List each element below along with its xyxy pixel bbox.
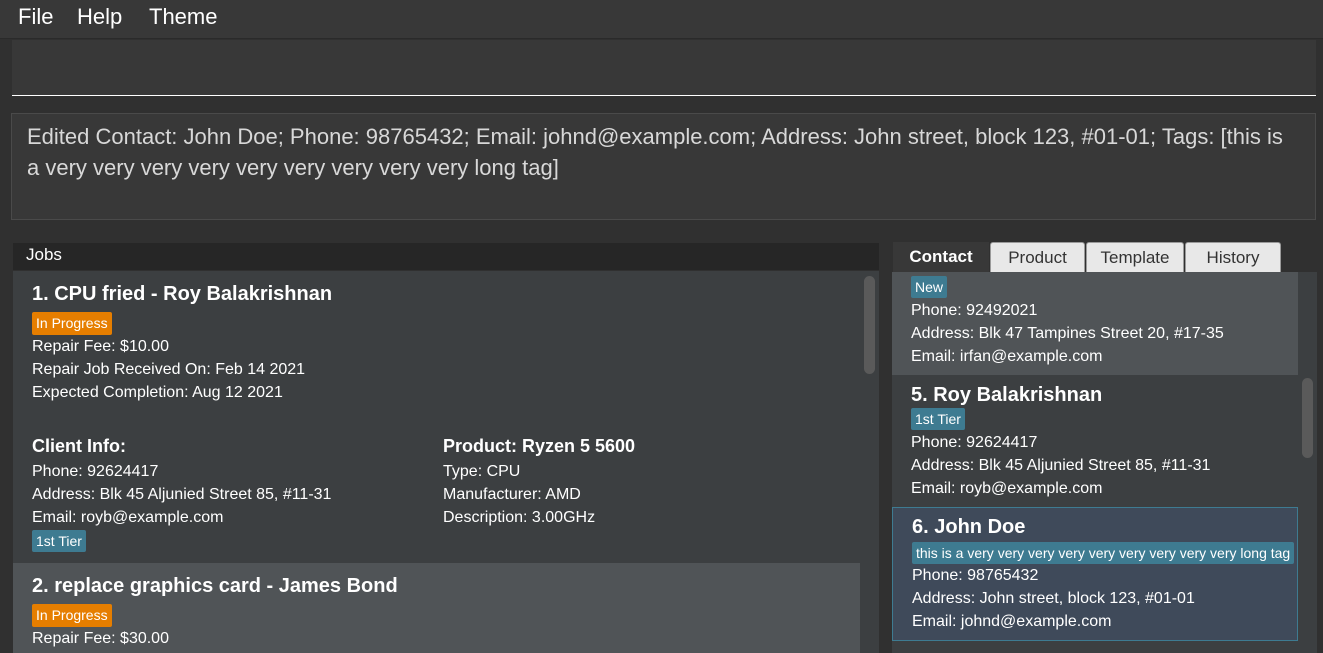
received-date: Repair Job Received On: Feb 14 2021 (32, 361, 306, 378)
contact-name: 6. John Doe (912, 516, 1026, 538)
client-email: Email: royb@example.com (32, 509, 224, 526)
result-display: Edited Contact: John Doe; Phone: 9876543… (11, 113, 1316, 220)
contact-address: Address: Blk 45 Aljunied Street 85, #11-… (911, 457, 1211, 474)
repair-fee: Repair Fee: $10.00 (32, 338, 169, 355)
menu-theme[interactable]: Theme (149, 4, 217, 30)
product-description: Description: 3.00GHz (443, 509, 596, 526)
contact-tag: 1st Tier (911, 408, 965, 430)
jobs-scroll-thumb[interactable] (864, 276, 875, 374)
client-phone: Phone: 92624417 (32, 463, 159, 480)
client-address: Address: Blk 45 Aljunied Street 85, #11-… (32, 486, 332, 503)
jobs-list[interactable]: 1. CPU fried - Roy Balakrishnan In Progr… (13, 271, 860, 653)
contact-email: Email: irfan@example.com (911, 348, 1103, 365)
tab-product[interactable]: Product (990, 242, 1085, 272)
contact-email: Email: royb@example.com (911, 480, 1103, 497)
contact-list[interactable]: New Phone: 92492021 Address: Blk 47 Tamp… (892, 272, 1298, 653)
product-type: Type: CPU (443, 463, 521, 480)
tab-contact[interactable]: Contact (893, 242, 989, 272)
job-title: 1. CPU fried - Roy Balakrishnan (32, 283, 333, 305)
tab-template[interactable]: Template (1086, 242, 1184, 272)
contacts-scroll-thumb[interactable] (1302, 378, 1313, 458)
expected-completion: Expected Completion: Aug 12 2021 (32, 384, 283, 401)
menu-bar: File Help Theme (0, 0, 1323, 39)
jobs-title: Jobs (26, 245, 62, 264)
command-input[interactable] (12, 40, 1316, 96)
client-tag: 1st Tier (32, 530, 86, 552)
job-card[interactable]: 1. CPU fried - Roy Balakrishnan In Progr… (13, 271, 860, 563)
status-badge: In Progress (32, 312, 112, 335)
job-title: 2. replace graphics card - James Bond (32, 575, 398, 597)
contact-card[interactable]: New Phone: 92492021 Address: Blk 47 Tamp… (892, 272, 1298, 375)
menu-file[interactable]: File (18, 4, 53, 30)
product-heading: Product: Ryzen 5 5600 (443, 436, 636, 456)
contact-name: 5. Roy Balakrishnan (911, 384, 1103, 406)
contact-phone: Phone: 98765432 (912, 567, 1039, 584)
contact-tag: New (911, 276, 948, 298)
contact-address: Address: Blk 47 Tampines Street 20, #17-… (911, 325, 1224, 342)
contact-card[interactable]: 5. Roy Balakrishnan 1st Tier Phone: 9262… (892, 375, 1298, 507)
contact-email: Email: johnd@example.com (912, 613, 1112, 630)
contact-phone: Phone: 92624417 (911, 434, 1038, 451)
menu-help[interactable]: Help (77, 4, 122, 30)
contact-card-selected[interactable]: 6. John Doe this is a very very very ver… (892, 507, 1298, 641)
job-card[interactable]: 2. replace graphics card - James Bond In… (13, 563, 860, 653)
contacts-scrollbar[interactable] (1298, 272, 1317, 653)
tab-history[interactable]: History (1185, 242, 1281, 272)
contact-tag: this is a very very very very very very … (912, 542, 1295, 564)
repair-fee: Repair Fee: $30.00 (32, 630, 169, 647)
status-badge: In Progress (32, 604, 112, 627)
contact-address: Address: John street, block 123, #01-01 (912, 590, 1195, 607)
jobs-panel-header: Jobs (13, 243, 879, 270)
client-info-heading: Client Info: (32, 436, 126, 456)
contact-phone: Phone: 92492021 (911, 302, 1038, 319)
product-manufacturer: Manufacturer: AMD (443, 486, 581, 503)
jobs-scrollbar[interactable] (860, 271, 879, 653)
